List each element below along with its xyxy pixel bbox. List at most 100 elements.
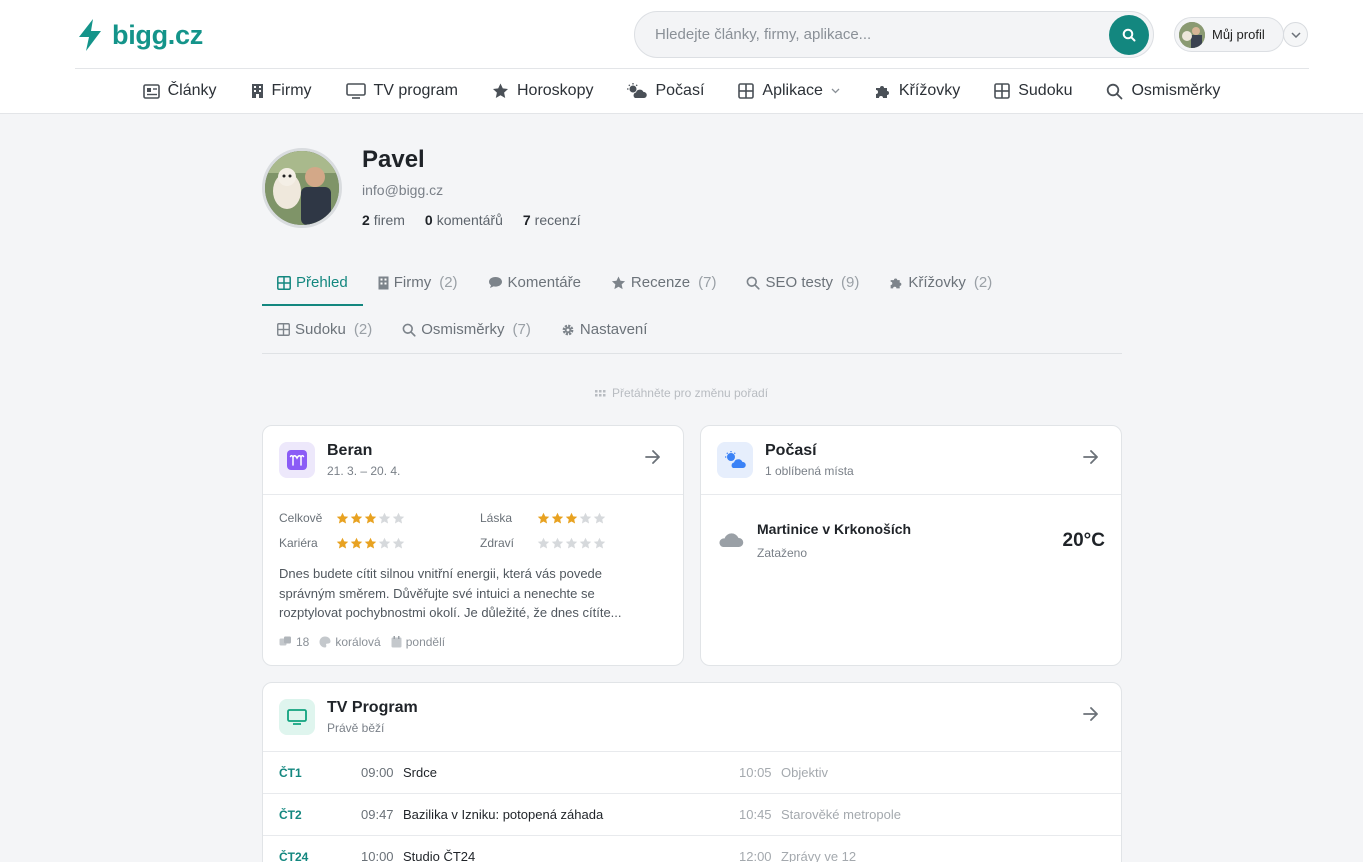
nav-item-wordsearch[interactable]: Osmisměrky	[1089, 69, 1237, 113]
drag-handle-icon	[594, 389, 606, 397]
grid-icon	[994, 83, 1011, 99]
star-empty-icon	[565, 537, 578, 549]
nav-item-firms[interactable]: Firmy	[234, 69, 329, 113]
nav-item-articles[interactable]: Články	[126, 69, 234, 113]
tab-overview[interactable]: Přehled	[262, 259, 363, 306]
tab-seo-tests[interactable]: SEO testy (9)	[731, 259, 874, 306]
search-button[interactable]	[1109, 14, 1149, 55]
nav-item-tv-program[interactable]: TV program	[329, 69, 475, 113]
tab-crosswords[interactable]: Křížovky (2)	[874, 259, 1007, 306]
tv-row[interactable]: ČT2 09:47 Bazilika v Izniku: potopená zá…	[263, 794, 1121, 836]
tab-sudoku[interactable]: Sudoku (2)	[262, 306, 387, 353]
tv-time: 10:00	[361, 849, 394, 862]
tv-time: 09:47	[361, 807, 394, 822]
stat-firms: 2 firem	[362, 212, 405, 228]
star-filled-icon	[364, 512, 377, 524]
tv-subtitle: Právě běží	[327, 721, 385, 735]
palette-icon	[319, 636, 331, 648]
nav-item-weather[interactable]: Počasí	[610, 69, 721, 113]
tv-next-time: 10:45	[739, 807, 772, 822]
weather-condition: Zataženo	[757, 546, 808, 560]
star-filled-icon	[551, 512, 564, 524]
user-name: Pavel	[362, 146, 425, 173]
tv-time: 09:00	[361, 765, 394, 780]
main-nav: Články Firmy TV program Horoskopy Počasí…	[0, 69, 1363, 113]
horoscope-card[interactable]: Beran 21. 3. – 20. 4. Celkově Láska Kari…	[262, 425, 684, 666]
tab-settings[interactable]: Nastavení	[546, 306, 663, 353]
grid-icon	[738, 83, 755, 99]
star-empty-icon	[537, 537, 550, 549]
arrow-right-icon[interactable]	[645, 450, 661, 464]
puzzle-icon	[889, 276, 903, 290]
calendar-icon	[391, 635, 402, 648]
star-rating	[537, 512, 606, 524]
tab-firms[interactable]: Firmy (2)	[363, 259, 473, 306]
horoscope-ratings: Celkově Láska Kariéra Zdraví	[279, 511, 667, 550]
star-empty-icon	[378, 537, 391, 549]
rating-health: Zdraví	[480, 536, 680, 550]
nav-label: Počasí	[655, 82, 705, 99]
nav-label: Osmisměrky	[1131, 82, 1221, 99]
stat-reviews: 7 recenzí	[522, 212, 581, 228]
chevron-down-icon	[1290, 31, 1301, 38]
tv-next-title: Objektiv	[781, 765, 828, 780]
nav-label: Sudoku	[1018, 82, 1073, 99]
arrow-right-icon[interactable]	[1083, 450, 1099, 464]
tv-channel: ČT24	[279, 849, 309, 862]
weather-subtitle: 1 oblíbená místa	[765, 464, 854, 478]
tv-program-card[interactable]: TV Program Právě běží ČT1 09:00 Srdce 10…	[262, 682, 1122, 862]
profile-button[interactable]: Můj profil	[1174, 17, 1284, 52]
star-empty-icon	[392, 512, 405, 524]
star-filled-icon	[364, 537, 377, 549]
star-filled-icon	[336, 512, 349, 524]
tv-next-title: Starověké metropole	[781, 807, 901, 822]
weather-location[interactable]: Martinice v Krkonoších Zataženo 20°C	[701, 495, 1121, 665]
rating-love: Láska	[480, 511, 680, 525]
star-empty-icon	[579, 512, 592, 524]
tv-row[interactable]: ČT24 10:00 Studio ČT24 12:00 Zprávy ve 1…	[263, 836, 1121, 862]
search-icon	[746, 276, 761, 290]
weather-city: Martinice v Krkonoších	[757, 521, 912, 537]
nav-item-crosswords[interactable]: Křížovky	[857, 69, 977, 113]
star-filled-icon	[336, 537, 349, 549]
rating-career: Kariéra	[279, 536, 480, 550]
puzzle-icon	[874, 83, 891, 100]
dice-icon	[279, 636, 292, 647]
tv-show-title: Studio ČT24	[403, 849, 476, 862]
star-filled-icon	[565, 512, 578, 524]
weather-card[interactable]: Počasí 1 oblíbená místa Martinice v Krko…	[700, 425, 1122, 666]
star-filled-icon	[350, 537, 363, 549]
aries-icon	[279, 442, 315, 478]
tab-reviews[interactable]: Recenze (7)	[596, 259, 732, 306]
star-empty-icon	[579, 537, 592, 549]
arrow-right-icon[interactable]	[1083, 707, 1099, 721]
search-bar	[634, 11, 1154, 58]
horoscope-title: Beran	[327, 442, 373, 459]
building-icon	[251, 83, 264, 99]
star-empty-icon	[392, 537, 405, 549]
nav-label: Aplikace	[762, 82, 823, 99]
tv-show-title: Bazilika v Izniku: potopená záhada	[403, 807, 604, 822]
tab-wordsearch[interactable]: Osmisměrky (7)	[387, 306, 546, 353]
nav-item-sudoku[interactable]: Sudoku	[977, 69, 1089, 113]
drag-hint: Přetáhněte pro změnu pořadí	[0, 386, 1363, 400]
tv-row[interactable]: ČT1 09:00 Srdce 10:05 Objektiv	[263, 752, 1121, 794]
cloud-icon	[718, 530, 744, 548]
profile-dropdown-button[interactable]	[1283, 22, 1308, 47]
horoscope-meta: 18 korálová pondělí	[279, 635, 667, 649]
nav-item-apps[interactable]: Aplikace	[721, 69, 856, 113]
nav-label: Firmy	[271, 82, 312, 99]
stat-comments: 0 komentářů	[424, 212, 503, 228]
tab-comments[interactable]: Komentáře	[473, 259, 596, 306]
tv-next-time: 10:05	[739, 765, 772, 780]
search-icon	[402, 323, 416, 337]
nav-item-horoscopes[interactable]: Horoskopy	[475, 69, 610, 113]
site-logo[interactable]: bigg.cz	[76, 18, 203, 52]
horoscope-dates: 21. 3. – 20. 4.	[327, 464, 401, 478]
site-header: bigg.cz Můj profil Články Firmy	[0, 0, 1363, 114]
newspaper-icon	[142, 83, 160, 99]
star-filled-icon	[350, 512, 363, 524]
lucky-day: pondělí	[391, 635, 445, 649]
search-input[interactable]	[635, 12, 1109, 57]
nav-label: Křížovky	[898, 82, 961, 99]
